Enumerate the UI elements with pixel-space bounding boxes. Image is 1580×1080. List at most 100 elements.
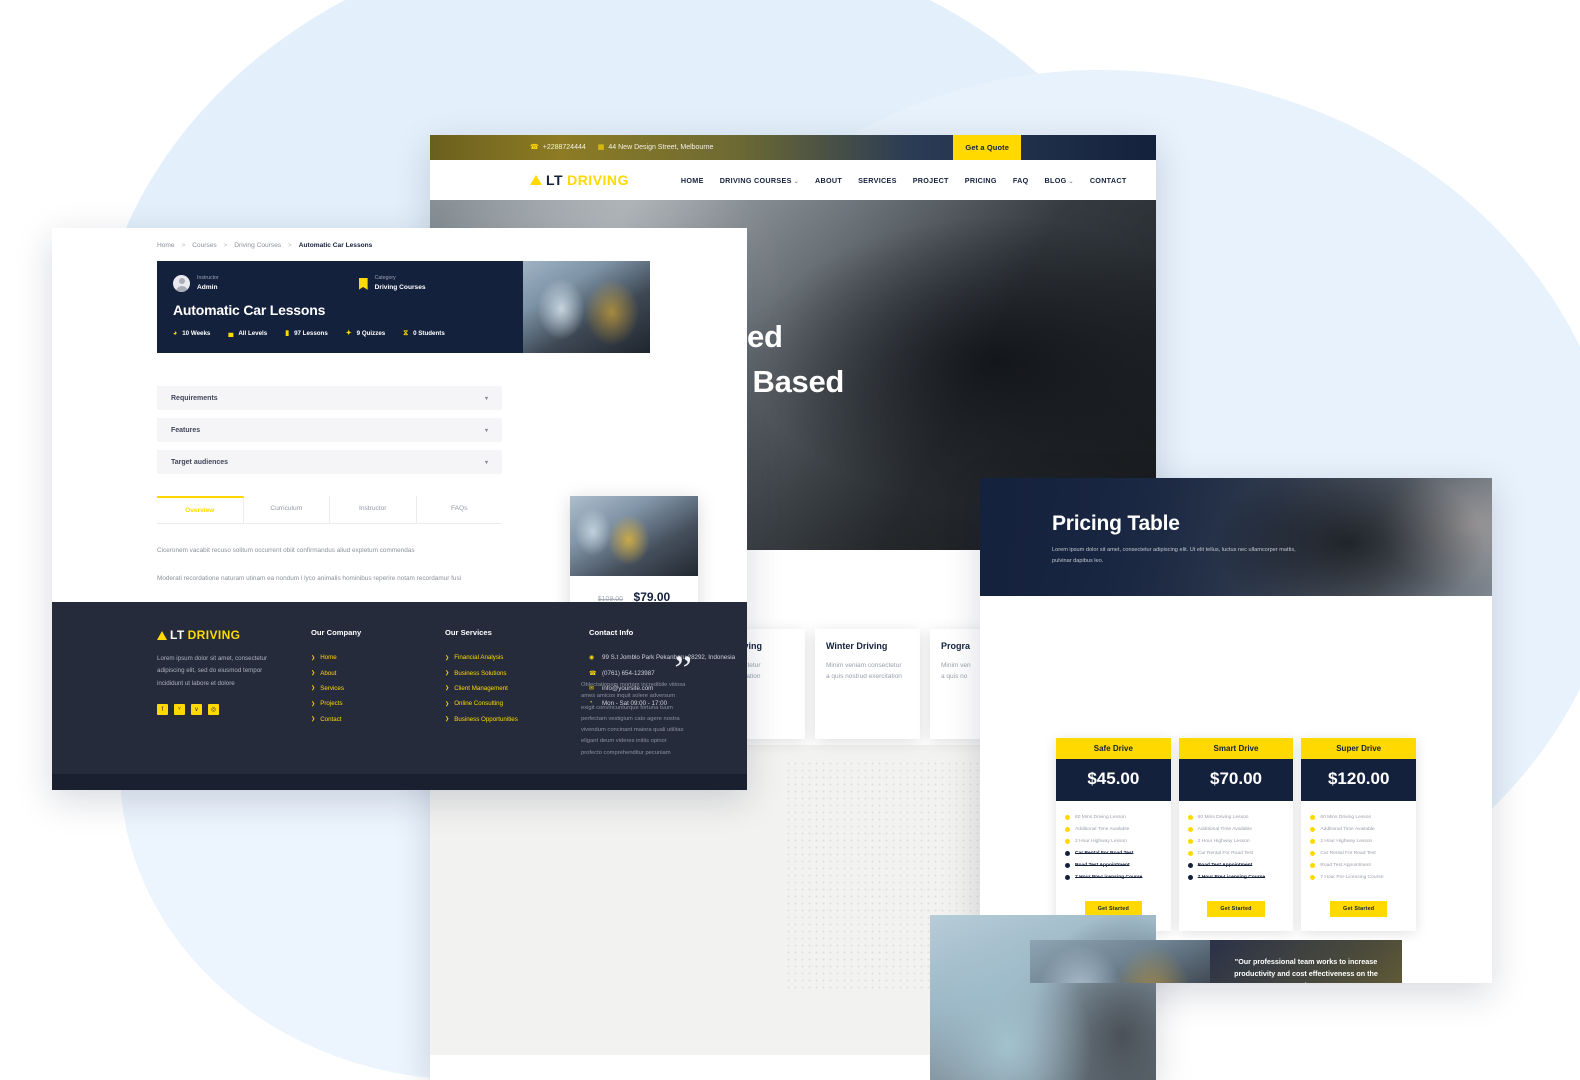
testimonial-block: "Our professional team works to increase… xyxy=(1030,940,1402,983)
footer-logo[interactable]: LT DRIVING xyxy=(157,628,287,642)
chevron-right-icon: ❯ xyxy=(311,654,316,661)
service-card[interactable]: Winter Driving Minim veniam consectetur a … xyxy=(815,629,920,739)
footer-services-title: Our Services xyxy=(445,628,492,637)
chevron-down-icon: ⌄ xyxy=(793,178,800,185)
footer-services-link[interactable]: ❯ Business Solutions xyxy=(445,665,565,680)
nav-item-driving-courses[interactable]: DRIVING COURSES ⌄ xyxy=(720,176,799,185)
check-dot-icon xyxy=(1310,862,1316,868)
breadcrumb-driving-courses[interactable]: Driving Courses xyxy=(234,242,281,249)
footer-services-link[interactable]: ❯ Financial Analysis xyxy=(445,650,565,665)
plan-feature-label: 2 Hour Highway Lesson xyxy=(1075,838,1127,844)
home-logo[interactable]: LT DRIVING xyxy=(530,172,629,188)
chevron-right-icon: ❯ xyxy=(445,685,450,692)
chevron-right-icon: ❯ xyxy=(311,685,316,692)
footer-link-label: Business Opportunities xyxy=(454,715,518,723)
footer-services-link[interactable]: ❯ Business Opportunities xyxy=(445,712,565,727)
footer-company-link[interactable]: ❯ Contact xyxy=(311,712,421,727)
get-started-button[interactable]: Get Started xyxy=(1207,901,1265,917)
get-started-button[interactable]: Get Started xyxy=(1330,901,1388,917)
accordion-row-requirements[interactable]: Requirements ▾ xyxy=(157,386,502,410)
chevron-right-icon: ❯ xyxy=(445,654,450,661)
footer-services-link[interactable]: ❯ Client Management xyxy=(445,681,565,696)
pricing-page-mockup: Pricing Table Lorem ipsum dolor sit amet… xyxy=(980,478,1492,983)
plan-name: Smart Drive xyxy=(1178,738,1294,759)
check-dot-icon xyxy=(1187,814,1193,820)
plan-feature-item: Car Rental For Road Test xyxy=(1187,847,1285,859)
check-dot-icon xyxy=(1310,850,1316,856)
check-dot-icon xyxy=(1310,814,1316,820)
course-stat-label: 97 Lessons xyxy=(294,329,328,337)
instagram-icon[interactable]: ◎ xyxy=(208,704,219,716)
twitter-icon[interactable]: ᵛ xyxy=(174,704,185,716)
footer-logo-lt: LT xyxy=(170,628,185,642)
screenshot-stage: ☎ +2288724444 ▦ 44 New Design Street, Me… xyxy=(0,0,1580,1080)
nav-item-pricing[interactable]: PRICING xyxy=(965,176,997,185)
main-navbar: LT DRIVING HOME DRIVING COURSES ⌄ ABOUT SERV… xyxy=(430,160,1156,200)
accordion-row-features[interactable]: Features ▾ xyxy=(157,418,502,442)
disabled-dot-icon xyxy=(1065,862,1070,868)
chevron-down-icon: ▾ xyxy=(484,427,488,434)
accordion-row-target-audiences[interactable]: Target audiences ▾ xyxy=(157,450,502,474)
footer-company-link[interactable]: ❯ Projects xyxy=(311,696,421,711)
topbar-phone[interactable]: ☎ +2288724444 xyxy=(530,144,586,151)
vimeo-icon[interactable]: v xyxy=(191,704,202,716)
nav-item-services[interactable]: SERVICES xyxy=(858,176,897,185)
footer-contact-text: (0761) 654-123987 xyxy=(602,669,655,677)
tab-curriculum[interactable]: Curriculum xyxy=(244,496,330,523)
plan-feature-list: 60 Mins Driving Lesson Additional Time Av… xyxy=(1301,801,1416,891)
course-stat: ◕ 10 Weeks xyxy=(173,330,210,337)
breadcrumb-courses[interactable]: Courses xyxy=(192,242,217,249)
footer-company-link[interactable]: ❯ Home xyxy=(311,650,421,665)
footer-company-link[interactable]: ❯ Services xyxy=(311,681,421,696)
plan-feature-item: 60 Mins Driving Lesson xyxy=(1065,811,1162,823)
disabled-dot-icon xyxy=(1065,850,1070,856)
footer-contact-text: 99 S.t Jomblo Park Pekanbaru 28292, Indo… xyxy=(602,654,736,662)
headset-icon: ☎ xyxy=(530,144,539,151)
tab-instructor[interactable]: Instructor xyxy=(330,496,417,523)
nav-item-home[interactable]: HOME xyxy=(681,176,704,185)
plan-feature-label: Road Test Appointment xyxy=(1075,862,1130,868)
plan-feature-label: 60 Mins Driving Lesson xyxy=(1197,814,1249,820)
plan-feature-label: 2 Hour Highway Lesson xyxy=(1320,838,1373,844)
course-accordion: Requirements ▾ Features ▾ Target audiences ▾ xyxy=(157,386,502,474)
plan-feature-item: 7 Hour Pre-Licensing Course xyxy=(1310,871,1407,883)
get-a-quote-button[interactable]: Get a Quote xyxy=(953,135,1021,160)
breadcrumb-current: Automatic Car Lessons xyxy=(298,242,373,249)
footer-contact-item: ◉ 99 S.t Jomblo Park Pekanbaru 28292, Ind… xyxy=(589,650,739,665)
category-name[interactable]: Driving Courses xyxy=(375,283,426,293)
nav-item-about[interactable]: ABOUT xyxy=(815,176,842,185)
breadcrumb-home[interactable]: Home xyxy=(157,242,175,249)
breadcrumb-separator: > xyxy=(288,242,292,249)
footer-services-column: Our Services ❯ Financial Analysis ❯ Busines… xyxy=(445,628,565,727)
nav-item-faq[interactable]: FAQ xyxy=(1013,176,1029,185)
plan-feature-item: Road Test Appointment xyxy=(1187,859,1285,871)
chevron-right-icon: ❯ xyxy=(445,700,450,707)
plan-feature-label: Additional Time Available xyxy=(1197,826,1252,832)
footer-company-link[interactable]: ❯ About xyxy=(311,665,421,680)
plan-feature-label: 2 Hour Highway Lesson xyxy=(1197,838,1250,844)
accordion-label: Target audiences xyxy=(171,458,229,466)
testimonial-text-block: "Our professional team works to increase… xyxy=(1210,940,1402,983)
testimonial-photo xyxy=(1030,940,1210,983)
plan-feature-item: Car Rental For Road Test xyxy=(1310,847,1407,859)
nav-item-blog[interactable]: BLOG ⌄ xyxy=(1045,176,1074,185)
nav-item-contact[interactable]: CONTACT xyxy=(1090,176,1127,185)
footer-company-list: ❯ Home ❯ About ❯ Services ❯ Projects ❯ Contact xyxy=(311,650,421,727)
tab-faqs[interactable]: FAQs xyxy=(417,496,503,523)
footer-services-link[interactable]: ❯ Online Consulting xyxy=(445,696,565,711)
breadcrumb-separator: > xyxy=(181,242,186,249)
pricing-plan-card: Smart Drive $70.00 60 Mins Driving Lesson A… xyxy=(1178,738,1294,931)
footer-link-label: Online Consulting xyxy=(454,700,504,708)
featured-review-text: Oblectationem mortem incredibile vitiosa… xyxy=(581,682,686,756)
chevron-right-icon: ❯ xyxy=(445,716,450,723)
plan-feature-item: Road Test Appointment xyxy=(1065,859,1162,871)
plan-feature-list: 60 Mins Driving Lesson Additional Time Av… xyxy=(1179,801,1294,891)
plan-button-wrap: Get Started xyxy=(1301,891,1416,931)
tab-overview[interactable]: Overview xyxy=(157,496,244,523)
plan-feature-item: Car Rental For Road Test xyxy=(1065,847,1162,859)
plan-feature-item: 2 Hour Highway Lesson xyxy=(1187,835,1285,847)
quiz-icon: ✦ xyxy=(345,329,352,337)
facebook-icon[interactable]: f xyxy=(157,704,168,716)
nav-item-project[interactable]: PROJECT xyxy=(913,176,949,185)
hero-heading: ilored ms Based xyxy=(700,315,844,405)
